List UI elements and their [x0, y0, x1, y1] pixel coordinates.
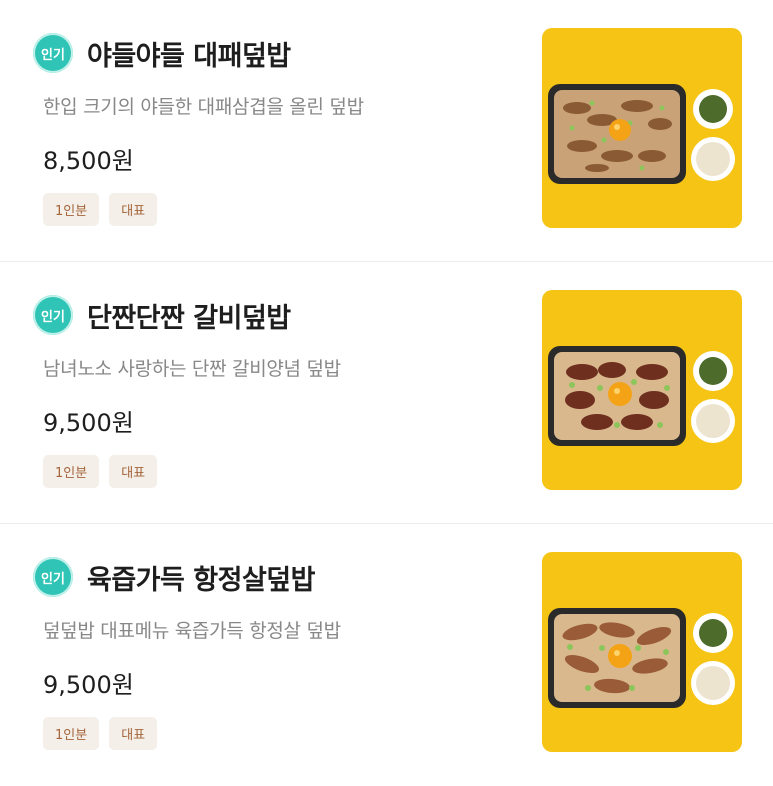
menu-item-price: 8,500원 — [43, 147, 134, 175]
popular-badge: 인기 — [33, 557, 73, 597]
tag-signature: 대표 — [109, 717, 158, 750]
tag-signature: 대표 — [109, 193, 158, 226]
food-image-icon[interactable] — [542, 552, 742, 752]
menu-item[interactable]: 인기 단짠단짠 갈비덮밥 남녀노소 사랑하는 단짠 갈비양념 덮밥 9,500원… — [0, 262, 773, 524]
menu-item-price: 9,500원 — [43, 671, 134, 699]
menu-item-description: 한입 크기의 야들한 대패삼겹을 올린 덮밥 — [43, 96, 364, 118]
tag-list: 1인분 대표 — [43, 455, 158, 488]
menu-list: 인기 야들야들 대패덮밥 한입 크기의 야들한 대패삼겹을 올린 덮밥 8,50… — [0, 0, 773, 786]
tag-serving: 1인분 — [43, 717, 100, 750]
menu-item[interactable]: 인기 육즙가득 항정살덮밥 덮덮밥 대표메뉴 육즙가득 항정살 덮밥 9,500… — [0, 524, 773, 786]
tag-serving: 1인분 — [43, 193, 100, 226]
menu-item-name: 단짠단짠 갈비덮밥 — [87, 302, 291, 334]
tag-list: 1인분 대표 — [43, 193, 158, 226]
popular-badge: 인기 — [33, 295, 73, 335]
menu-item-description: 남녀노소 사랑하는 단짠 갈비양념 덮밥 — [43, 358, 341, 380]
title-row: 인기 육즙가득 항정살덮밥 — [33, 557, 315, 597]
menu-item-description: 덮덮밥 대표메뉴 육즙가득 항정살 덮밥 — [43, 620, 341, 642]
tag-serving: 1인분 — [43, 455, 100, 488]
title-row: 인기 야들야들 대패덮밥 — [33, 33, 291, 73]
menu-item-name: 육즙가득 항정살덮밥 — [87, 564, 315, 596]
title-row: 인기 단짠단짠 갈비덮밥 — [33, 295, 291, 335]
food-image-icon[interactable] — [542, 290, 742, 490]
food-image-icon[interactable] — [542, 28, 742, 228]
menu-item[interactable]: 인기 야들야들 대패덮밥 한입 크기의 야들한 대패삼겹을 올린 덮밥 8,50… — [0, 0, 773, 262]
menu-item-name: 야들야들 대패덮밥 — [87, 40, 291, 72]
tag-signature: 대표 — [109, 455, 158, 488]
menu-item-price: 9,500원 — [43, 409, 134, 437]
popular-badge: 인기 — [33, 33, 73, 73]
tag-list: 1인분 대표 — [43, 717, 158, 750]
